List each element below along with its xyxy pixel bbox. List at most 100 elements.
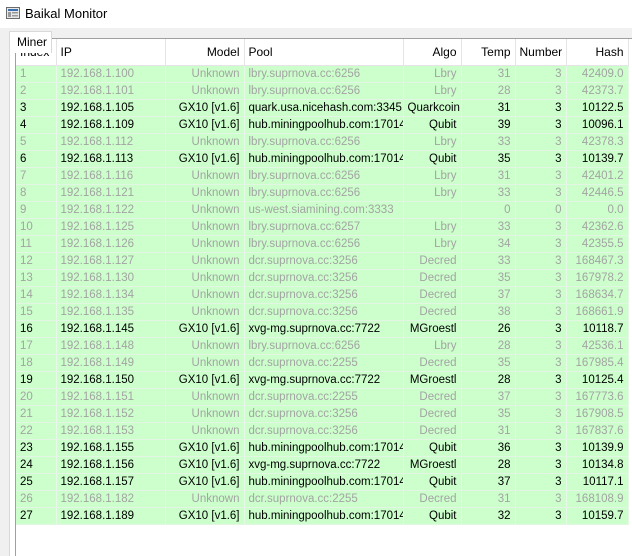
column-header-pool[interactable]: Pool xyxy=(244,39,404,66)
cell-index: 19 xyxy=(16,371,57,389)
cell-temp: 31 xyxy=(461,422,516,440)
table-row[interactable]: 19 192.168.1.150 GX10 [v1.6] xvg-mg.suprnov… xyxy=(16,371,629,389)
cell-temp: 28 xyxy=(461,337,516,355)
cell-number: 3 xyxy=(515,388,567,406)
cell-temp: 37 xyxy=(461,473,516,491)
table-row[interactable]: 10 192.168.1.125 Unknown lbry.suprnova.cc:6… xyxy=(16,218,629,236)
cell-ip: 192.168.1.121 xyxy=(56,184,166,202)
cell-model: Unknown xyxy=(165,65,245,83)
cell-temp: 0 xyxy=(461,201,516,219)
table-row[interactable]: 3 192.168.1.105 GX10 [v1.6] quark.usa.niceh… xyxy=(16,99,629,117)
table-row[interactable]: 18 192.168.1.149 Unknown dcr.suprnova.cc:22… xyxy=(16,354,629,372)
cell-algo: Qubit xyxy=(403,507,462,525)
cell-number: 3 xyxy=(515,286,567,304)
cell-hash: 42378.3 xyxy=(566,133,629,151)
cell-ip: 192.168.1.127 xyxy=(56,252,166,270)
cell-temp: 33 xyxy=(461,133,516,151)
cell-number: 3 xyxy=(515,354,567,372)
cell-index: 1 xyxy=(16,65,57,83)
cell-number: 3 xyxy=(515,150,567,168)
table-row[interactable]: 22 192.168.1.153 Unknown dcr.suprnova.cc:32… xyxy=(16,422,629,440)
table-row[interactable]: 27 192.168.1.189 GX10 [v1.6] hub.miningpool… xyxy=(16,507,629,525)
cell-model: GX10 [v1.6] xyxy=(165,456,245,474)
cell-index: 26 xyxy=(16,490,57,508)
table-row[interactable]: 4 192.168.1.109 GX10 [v1.6] hub.miningpoolh… xyxy=(16,116,629,134)
cell-ip: 192.168.1.105 xyxy=(56,99,166,117)
table-row[interactable]: 21 192.168.1.152 Unknown dcr.suprnova.cc:32… xyxy=(16,405,629,423)
cell-pool: xvg-mg.suprnova.cc:7722 xyxy=(244,456,404,474)
cell-hash: 0.0 xyxy=(566,201,629,219)
table-row[interactable]: 1 192.168.1.100 Unknown lbry.suprnova.cc:62… xyxy=(16,65,629,83)
table-row[interactable]: 12 192.168.1.127 Unknown dcr.suprnova.cc:32… xyxy=(16,252,629,270)
cell-number: 3 xyxy=(515,507,567,525)
table-row[interactable]: 16 192.168.1.145 GX10 [v1.6] xvg-mg.suprnov… xyxy=(16,320,629,338)
cell-temp: 31 xyxy=(461,99,516,117)
table-row[interactable]: 8 192.168.1.121 Unknown lbry.suprnova.cc:62… xyxy=(16,184,629,202)
column-header-temp[interactable]: Temp xyxy=(461,39,516,66)
cell-model: Unknown xyxy=(165,184,245,202)
table-row[interactable]: 23 192.168.1.155 GX10 [v1.6] hub.miningpool… xyxy=(16,439,629,457)
table-row[interactable]: 20 192.168.1.151 Unknown dcr.suprnova.cc:22… xyxy=(16,388,629,406)
cell-index: 20 xyxy=(16,388,57,406)
cell-ip: 192.168.1.151 xyxy=(56,388,166,406)
cell-algo: Decred xyxy=(403,388,462,406)
table-row[interactable]: 13 192.168.1.130 Unknown dcr.suprnova.cc:32… xyxy=(16,269,629,287)
cell-number: 3 xyxy=(515,405,567,423)
table-row[interactable]: 24 192.168.1.156 GX10 [v1.6] xvg-mg.suprnov… xyxy=(16,456,629,474)
cell-pool: lbry.suprnova.cc:6256 xyxy=(244,167,404,185)
table-row[interactable]: 7 192.168.1.116 Unknown lbry.suprnova.cc:62… xyxy=(16,167,629,185)
cell-pool: lbry.suprnova.cc:6256 xyxy=(244,184,404,202)
cell-hash: 10125.4 xyxy=(566,371,629,389)
cell-model: Unknown xyxy=(165,133,245,151)
column-header-algo[interactable]: Algo xyxy=(403,39,462,66)
cell-hash: 42409.0 xyxy=(566,65,629,83)
cell-index: 7 xyxy=(16,167,57,185)
cell-algo: Quarkcoin xyxy=(403,99,462,117)
table-row[interactable]: 9 192.168.1.122 Unknown us-west.siamining.c… xyxy=(16,201,629,219)
table-row[interactable]: 2 192.168.1.101 Unknown lbry.suprnova.cc:62… xyxy=(16,82,629,100)
cell-number: 3 xyxy=(515,218,567,236)
cell-pool: lbry.suprnova.cc:6256 xyxy=(244,235,404,253)
table-row[interactable]: 14 192.168.1.134 Unknown dcr.suprnova.cc:32… xyxy=(16,286,629,304)
cell-algo: Decred xyxy=(403,286,462,304)
cell-index: 27 xyxy=(16,507,57,525)
column-header-hash[interactable]: Hash xyxy=(566,39,629,66)
cell-hash: 10118.7 xyxy=(566,320,629,338)
cell-algo: Lbry xyxy=(403,65,462,83)
cell-temp: 31 xyxy=(461,167,516,185)
cell-index: 25 xyxy=(16,473,57,491)
cell-pool: us-west.siamining.com:3333 xyxy=(244,201,404,219)
table-row[interactable]: 25 192.168.1.157 GX10 [v1.6] hub.miningpool… xyxy=(16,473,629,491)
cell-ip: 192.168.1.130 xyxy=(56,269,166,287)
cell-hash: 42536.1 xyxy=(566,337,629,355)
cell-hash: 10096.1 xyxy=(566,116,629,134)
table-row[interactable]: 15 192.168.1.135 Unknown dcr.suprnova.cc:32… xyxy=(16,303,629,321)
cell-hash: 10139.7 xyxy=(566,150,629,168)
table-row[interactable]: 5 192.168.1.112 Unknown lbry.suprnova.cc:62… xyxy=(16,133,629,151)
cell-number: 3 xyxy=(515,439,567,457)
cell-algo: Lbry xyxy=(403,184,462,202)
cell-algo: Decred xyxy=(403,269,462,287)
title-bar[interactable]: Baikal Monitor xyxy=(0,0,632,28)
cell-algo: Decred xyxy=(403,405,462,423)
cell-model: Unknown xyxy=(165,405,245,423)
table-row[interactable]: 11 192.168.1.126 Unknown lbry.suprnova.cc:6… xyxy=(16,235,629,253)
cell-hash: 10122.5 xyxy=(566,99,629,117)
tab-miner[interactable]: Miner xyxy=(9,31,52,53)
cell-ip: 192.168.1.189 xyxy=(56,507,166,525)
table-row[interactable]: 17 192.168.1.148 Unknown lbry.suprnova.cc:6… xyxy=(16,337,629,355)
cell-hash: 168467.3 xyxy=(566,252,629,270)
cell-ip: 192.168.1.109 xyxy=(56,116,166,134)
column-header-ip[interactable]: IP xyxy=(56,39,166,66)
cell-number: 3 xyxy=(515,422,567,440)
cell-model: Unknown xyxy=(165,201,245,219)
miner-grid[interactable]: Index IP Model Pool Algo Temp Number Has… xyxy=(15,38,632,556)
cell-temp: 31 xyxy=(461,490,516,508)
cell-temp: 35 xyxy=(461,269,516,287)
table-row[interactable]: 26 192.168.1.182 Unknown dcr.suprnova.cc:22… xyxy=(16,490,629,508)
cell-pool: dcr.suprnova.cc:3256 xyxy=(244,252,404,270)
table-row[interactable]: 6 192.168.1.113 GX10 [v1.6] hub.miningpoolh… xyxy=(16,150,629,168)
cell-pool: hub.miningpoolhub.com:17014 xyxy=(244,473,404,491)
column-header-model[interactable]: Model xyxy=(165,39,245,66)
column-header-number[interactable]: Number xyxy=(515,39,567,66)
